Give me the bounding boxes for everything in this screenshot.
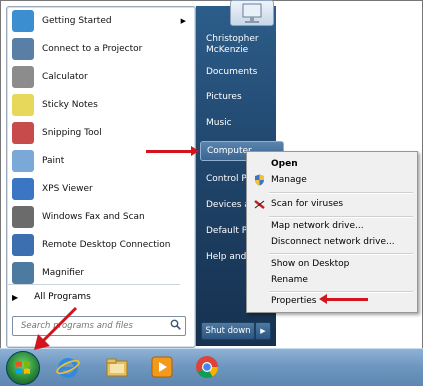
ctx-scan[interactable]: Scan for viruses: [249, 196, 415, 212]
program-label: Paint: [42, 156, 65, 166]
magnifier-icon: [12, 262, 34, 284]
program-label: Magnifier: [42, 268, 85, 278]
program-item[interactable]: Connect to a Projector: [8, 36, 192, 62]
ctx-properties[interactable]: Properties: [249, 293, 415, 309]
sticky-notes-icon: [12, 94, 34, 116]
program-label: Connect to a Projector: [42, 44, 143, 54]
paint-palette-icon: [12, 150, 34, 172]
ctx-show-desktop-label: Show on Desktop: [271, 259, 350, 269]
program-item[interactable]: Sticky Notes: [8, 92, 192, 118]
program-item[interactable]: Windows Fax and Scan: [8, 204, 192, 230]
place-label: Help and: [206, 252, 247, 262]
ctx-map-drive-label: Map network drive...: [271, 221, 364, 231]
user-picture[interactable]: [230, 0, 274, 26]
program-label: Windows Fax and Scan: [42, 212, 145, 222]
place-documents[interactable]: Documents: [200, 62, 284, 82]
chevron-right-icon: ▶: [260, 327, 266, 335]
user-name[interactable]: Christopher McKenzie: [206, 34, 286, 56]
remote-desktop-icon: [12, 234, 34, 256]
ctx-properties-label: Properties: [271, 296, 317, 306]
shield-icon: [253, 174, 265, 186]
ctx-disconnect-drive-label: Disconnect network drive...: [271, 237, 395, 247]
program-item[interactable]: XPS Viewer: [8, 176, 192, 202]
program-item[interactable]: Magnifier: [8, 260, 192, 286]
place-label: Control P: [206, 174, 247, 184]
context-menu: Open Manage Scan for viruses Map network…: [246, 151, 418, 313]
place-label: Documents: [206, 67, 258, 77]
chrome-icon[interactable]: [193, 353, 221, 381]
internet-explorer-icon[interactable]: [54, 353, 82, 381]
program-item[interactable]: Calculator: [8, 64, 192, 90]
media-player-icon[interactable]: [148, 353, 176, 381]
ctx-separator: [269, 253, 413, 255]
shutdown-button[interactable]: Shut down: [201, 322, 255, 340]
shutdown-label: Shut down: [205, 326, 251, 336]
place-pictures[interactable]: Pictures: [200, 87, 284, 107]
program-label: Getting Started: [42, 16, 112, 26]
program-label: Sticky Notes: [42, 100, 98, 110]
scissors-icon: [12, 122, 34, 144]
place-label: Pictures: [206, 92, 242, 102]
ctx-separator: [269, 192, 413, 194]
file-explorer-icon[interactable]: [103, 353, 131, 381]
xps-viewer-icon: [12, 178, 34, 200]
user-first-name: Christopher: [206, 34, 259, 44]
ctx-manage-label: Manage: [271, 175, 307, 185]
calculator-icon: [12, 66, 34, 88]
annotation-arrow-properties: [319, 294, 368, 304]
antivirus-icon: [253, 198, 265, 210]
program-item[interactable]: Snipping Tool: [8, 120, 192, 146]
ctx-show-desktop[interactable]: Show on Desktop: [249, 256, 415, 272]
user-last-name: McKenzie: [206, 45, 249, 55]
program-item[interactable]: Getting Started ▶: [8, 8, 192, 34]
getting-started-icon: [12, 10, 34, 32]
place-music[interactable]: Music: [200, 113, 284, 133]
program-label: Calculator: [42, 72, 88, 82]
projector-icon: [12, 38, 34, 60]
program-item[interactable]: Remote Desktop Connection: [8, 232, 192, 258]
ctx-map-drive[interactable]: Map network drive...: [249, 218, 415, 234]
shutdown-options-button[interactable]: ▶: [255, 322, 271, 340]
submenu-arrow-icon: ▶: [180, 17, 186, 25]
monitor-icon: [242, 3, 262, 23]
fax-scan-icon: [12, 206, 34, 228]
program-label: Remote Desktop Connection: [42, 240, 171, 250]
annotation-arrow-start: [34, 306, 78, 350]
search-icon[interactable]: [170, 319, 181, 333]
triangle-right-icon: ▶: [12, 292, 19, 302]
ctx-rename-label: Rename: [271, 275, 308, 285]
ctx-open[interactable]: Open: [249, 156, 415, 172]
place-label: Music: [206, 118, 232, 128]
ctx-manage[interactable]: Manage: [249, 172, 415, 188]
ctx-disconnect-drive[interactable]: Disconnect network drive...: [249, 234, 415, 250]
ctx-rename[interactable]: Rename: [249, 272, 415, 288]
program-label: Snipping Tool: [42, 128, 102, 138]
place-label: Default P: [206, 226, 248, 236]
start-button[interactable]: [6, 351, 40, 385]
annotation-arrow-computer: [146, 146, 199, 156]
ctx-open-label: Open: [271, 159, 298, 169]
all-programs-label: All Programs: [34, 292, 91, 302]
windows-logo-icon: [16, 361, 30, 374]
program-label: XPS Viewer: [42, 184, 93, 194]
ctx-scan-label: Scan for viruses: [271, 199, 344, 209]
programs-separator: [8, 284, 180, 285]
place-label: Devices a: [206, 200, 250, 210]
